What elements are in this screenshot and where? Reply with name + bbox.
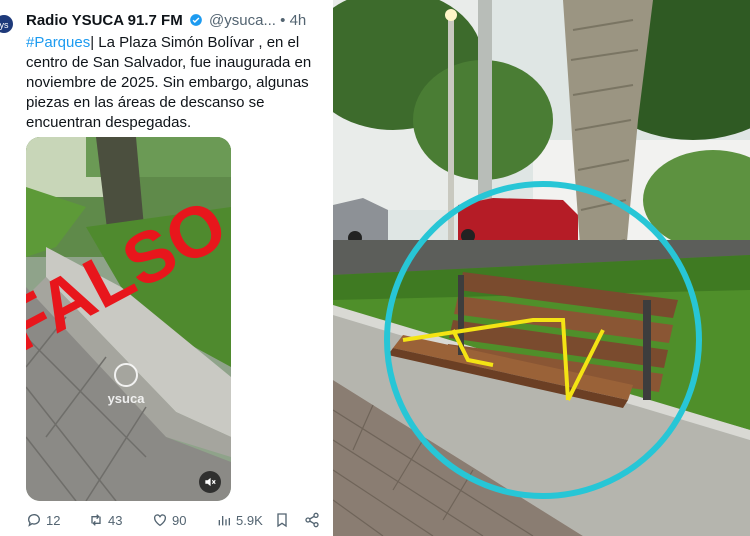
author-handle[interactable]: @ysuca... <box>209 12 276 29</box>
separator-dot: • <box>280 12 286 29</box>
mute-button[interactable] <box>199 471 221 493</box>
tweet-time[interactable]: 4h <box>290 12 307 29</box>
views-button[interactable]: 5.9K <box>216 512 263 528</box>
media-photo: ysuca FALSO <box>26 137 231 501</box>
views-icon <box>218 516 230 526</box>
reply-button[interactable]: 12 <box>26 512 60 528</box>
bench-photo <box>333 0 750 536</box>
retweet-count: 43 <box>108 512 123 528</box>
bench-photo-art <box>333 0 750 536</box>
views-count: 5.9K <box>236 512 263 528</box>
hashtag-link[interactable]: #Parques <box>26 34 90 51</box>
bookmark-icon <box>277 513 287 528</box>
like-icon <box>154 514 166 527</box>
reply-count: 12 <box>46 512 61 528</box>
share-button[interactable] <box>304 512 320 528</box>
retweet-icon <box>91 514 101 526</box>
reply-icon <box>28 514 40 527</box>
tweet-header: Radio YSUCA 91.7 FM @ysuca... • 4h <box>26 12 306 29</box>
like-count: 90 <box>172 512 187 528</box>
retweet-button[interactable]: 43 <box>88 512 122 528</box>
svg-text:ys: ys <box>0 20 9 30</box>
author-name[interactable]: Radio YSUCA 91.7 FM <box>26 12 183 29</box>
tweet-text: #Parques| La Plaza Simón Bolívar , en el… <box>26 33 326 133</box>
tweet-card: ys Radio YSUCA 91.7 FM @ysuca... • 4h #P… <box>0 0 330 536</box>
watermark-text: ysuca <box>108 391 146 406</box>
bookmark-button[interactable] <box>274 512 290 528</box>
like-button[interactable]: 90 <box>152 512 186 528</box>
share-icon <box>305 512 319 528</box>
mute-icon <box>205 477 216 487</box>
tweet-actions: 12 43 90 5.9K <box>26 512 326 530</box>
tweet-media[interactable]: ysuca FALSO <box>26 137 231 501</box>
avatar[interactable]: ys <box>0 14 14 42</box>
verified-icon <box>190 14 202 26</box>
